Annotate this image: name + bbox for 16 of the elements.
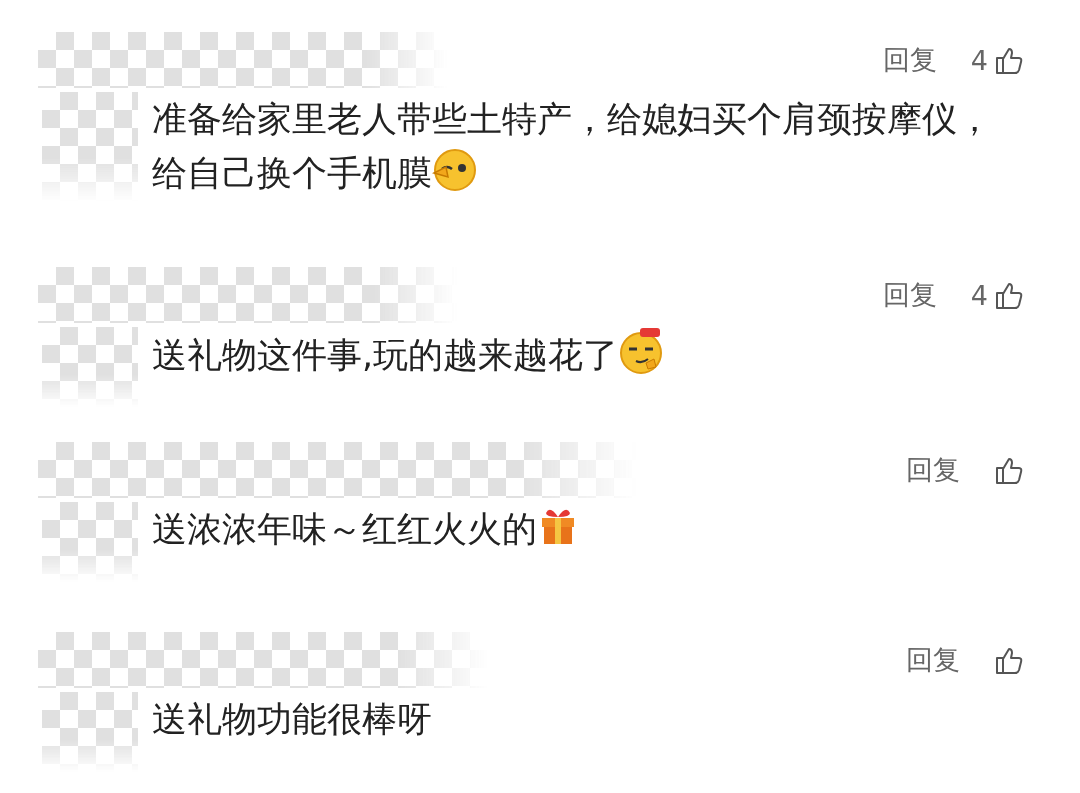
thumbs-up-icon[interactable] (994, 645, 1024, 675)
comment-text: 送礼物这件事,玩的越来越花了 (138, 327, 705, 382)
comment-text: 送礼物功能很棒呀 (151, 698, 433, 741)
reply-button[interactable]: 回复 (906, 452, 960, 488)
thumbs-up-icon[interactable] (994, 455, 1024, 485)
reply-button[interactable]: 回复 (882, 42, 937, 78)
thumbs-up-icon[interactable] (994, 280, 1024, 310)
like-count: 4 (970, 44, 988, 76)
reply-button[interactable]: 回复 (906, 642, 960, 678)
reply-button[interactable]: 回复 (882, 277, 937, 313)
smirking-face-icon (618, 327, 665, 375)
comment-text: 送浓浓年味～红红火火的 (138, 502, 619, 556)
comment-text: 准备给家里老人带些土特产，给媳妇买个肩颈按摩仪，给自己换个手机膜 (151, 98, 993, 195)
winking-face-icon (432, 147, 478, 193)
like-count: 4 (970, 279, 988, 311)
thumbs-up-icon[interactable] (994, 45, 1024, 75)
